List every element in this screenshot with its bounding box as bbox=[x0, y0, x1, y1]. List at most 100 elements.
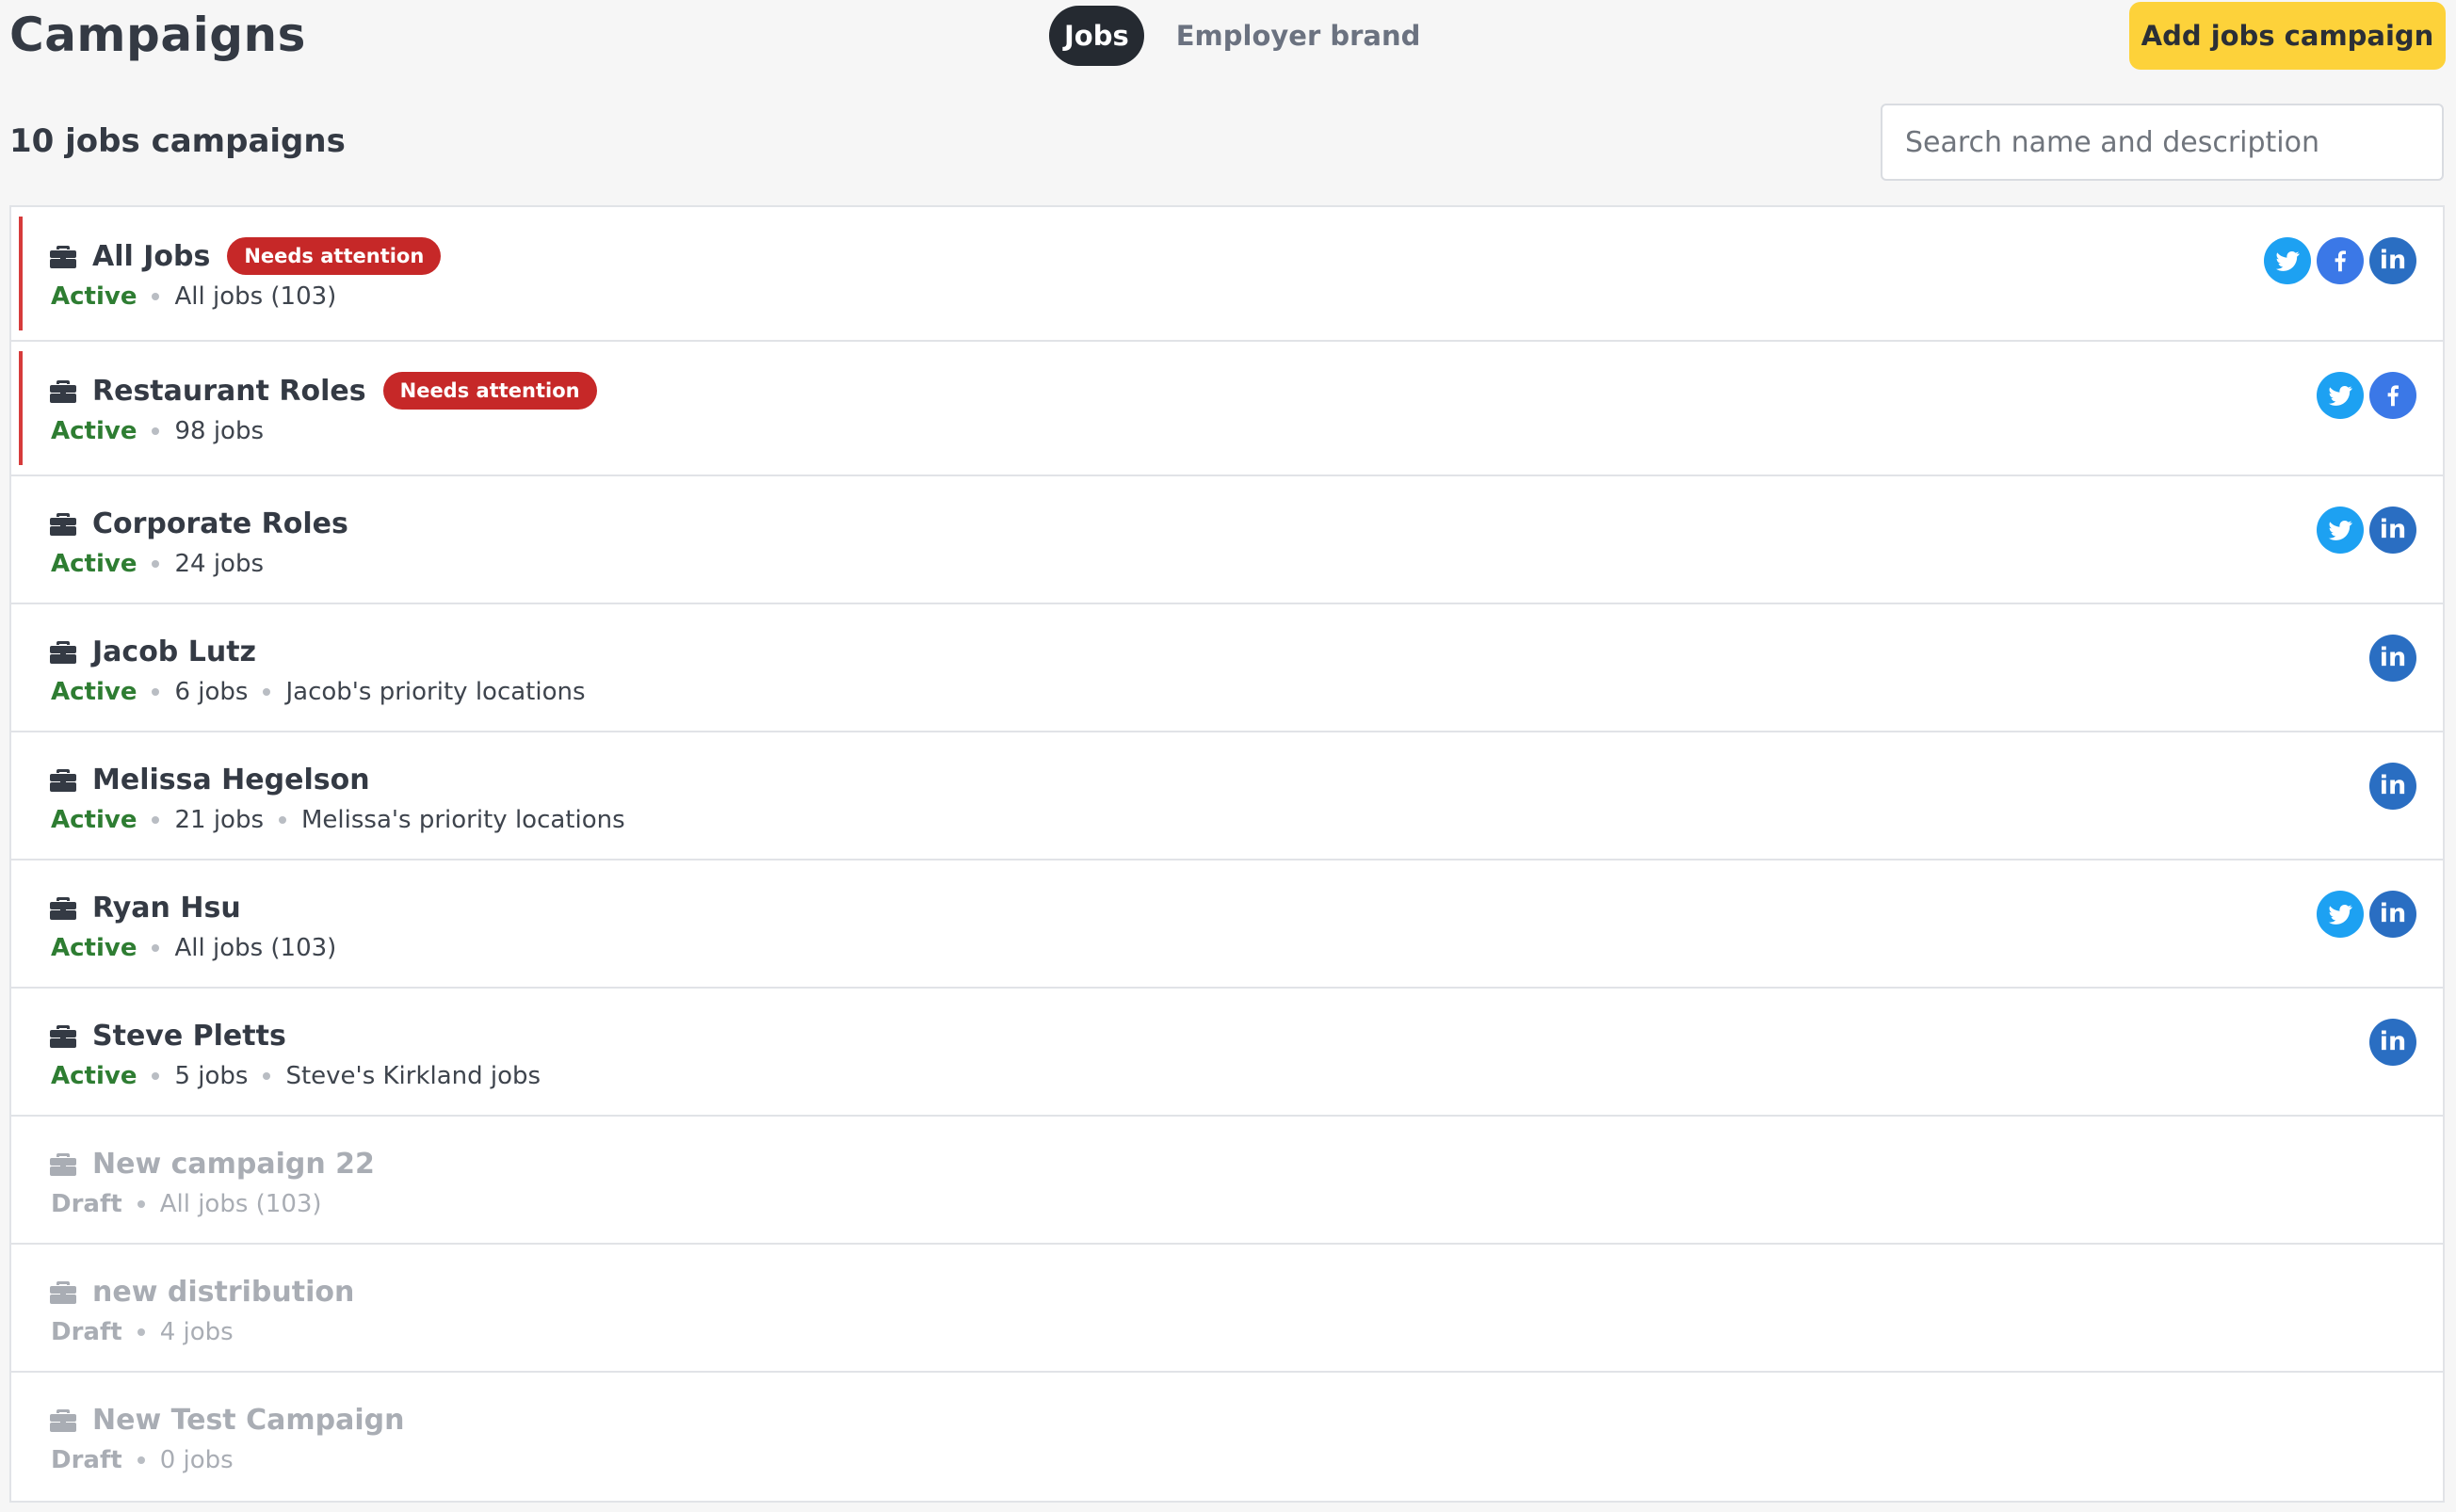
campaign-meta: Draft 4 jobs bbox=[51, 1318, 234, 1346]
job-count: 4 jobs bbox=[159, 1318, 234, 1346]
campaign-title-line: Corporate Roles bbox=[49, 501, 348, 546]
briefcase-icon bbox=[49, 1150, 92, 1177]
status-label: Active bbox=[51, 1062, 137, 1090]
separator-dot bbox=[152, 1072, 160, 1080]
separator-dot bbox=[152, 688, 160, 696]
campaign-row[interactable]: Steve Pletts Active 5 jobs Steve's Kirkland… bbox=[11, 989, 2443, 1117]
campaign-row[interactable]: Melissa Hegelson Active 21 jobs Melissa's p… bbox=[11, 732, 2443, 861]
campaign-title-line: Melissa Hegelson bbox=[49, 757, 370, 802]
campaign-name[interactable]: All Jobs bbox=[92, 240, 210, 273]
linkedin-glyph: in bbox=[2379, 514, 2407, 544]
campaign-list: All Jobs Needs attention Active All jobs (1… bbox=[9, 205, 2445, 1503]
status-label: Draft bbox=[51, 1446, 122, 1474]
add-jobs-campaign-button[interactable]: Add jobs campaign bbox=[2129, 2, 2446, 70]
linkedin-icon[interactable]: in bbox=[2369, 763, 2416, 810]
campaign-meta: Active All jobs (103) bbox=[51, 934, 336, 962]
separator-dot bbox=[263, 1072, 271, 1080]
campaign-meta: Draft 0 jobs bbox=[51, 1446, 234, 1474]
campaign-name[interactable]: New Test Campaign bbox=[92, 1404, 404, 1437]
status-label: Active bbox=[51, 806, 137, 834]
campaign-row[interactable]: All Jobs Needs attention Active All jobs (1… bbox=[11, 207, 2443, 342]
campaign-name[interactable]: Restaurant Roles bbox=[92, 375, 366, 408]
campaign-description: Steve's Kirkland jobs bbox=[285, 1062, 541, 1090]
campaign-row[interactable]: New Test Campaign Draft 0 jobs bbox=[11, 1373, 2443, 1501]
twitter-icon[interactable] bbox=[2317, 891, 2364, 938]
campaign-row[interactable]: Jacob Lutz Active 6 jobs Jacob's priority l… bbox=[11, 604, 2443, 732]
campaign-meta: Active 24 jobs bbox=[51, 550, 264, 578]
campaign-name[interactable]: Melissa Hegelson bbox=[92, 764, 370, 796]
needs-attention-badge: Needs attention bbox=[382, 372, 597, 410]
linkedin-glyph: in bbox=[2379, 245, 2407, 275]
separator-dot bbox=[152, 560, 160, 568]
page-title: Campaigns bbox=[9, 8, 306, 62]
campaign-row[interactable]: Corporate Roles Active 24 jobs in bbox=[11, 476, 2443, 604]
campaign-meta: Active 6 jobs Jacob's priority locations bbox=[51, 678, 586, 706]
briefcase-icon bbox=[49, 1407, 92, 1433]
needs-attention-badge: Needs attention bbox=[227, 237, 442, 275]
campaign-type-tabs: Jobs Employer brand bbox=[1049, 6, 1437, 66]
briefcase-icon bbox=[49, 894, 92, 921]
social-channels: in bbox=[2264, 237, 2416, 284]
linkedin-icon[interactable]: in bbox=[2369, 635, 2416, 682]
campaign-title-line: Ryan Hsu bbox=[49, 885, 241, 930]
campaign-row[interactable]: Restaurant Roles Needs attention Active 98 … bbox=[11, 342, 2443, 476]
twitter-icon[interactable] bbox=[2317, 372, 2364, 419]
social-channels bbox=[2317, 372, 2416, 419]
briefcase-icon bbox=[49, 766, 92, 793]
separator-dot bbox=[152, 944, 160, 952]
campaign-name[interactable]: Jacob Lutz bbox=[92, 635, 256, 668]
twitter-icon[interactable] bbox=[2264, 237, 2311, 284]
job-count: All jobs (103) bbox=[159, 1190, 322, 1218]
job-count: 98 jobs bbox=[174, 417, 264, 445]
twitter-icon[interactable] bbox=[2317, 507, 2364, 554]
campaign-row[interactable]: new distribution Draft 4 jobs bbox=[11, 1245, 2443, 1373]
linkedin-glyph: in bbox=[2379, 1026, 2407, 1056]
separator-dot bbox=[152, 816, 160, 824]
campaign-name[interactable]: Ryan Hsu bbox=[92, 892, 241, 925]
campaign-title-line: Jacob Lutz bbox=[49, 629, 256, 674]
briefcase-icon bbox=[49, 510, 92, 537]
social-channels: in bbox=[2317, 891, 2416, 938]
linkedin-icon[interactable]: in bbox=[2369, 507, 2416, 554]
linkedin-glyph: in bbox=[2379, 898, 2407, 928]
campaign-name[interactable]: New campaign 22 bbox=[92, 1148, 375, 1181]
campaign-count: 10 jobs campaigns bbox=[9, 122, 346, 160]
status-label: Active bbox=[51, 678, 137, 706]
status-label: Active bbox=[51, 417, 137, 445]
linkedin-icon[interactable]: in bbox=[2369, 891, 2416, 938]
campaigns-page: Campaigns Jobs Employer brand Add jobs c… bbox=[0, 0, 2456, 1512]
job-count: 21 jobs bbox=[174, 806, 264, 834]
job-count: 6 jobs bbox=[174, 678, 249, 706]
briefcase-icon bbox=[49, 638, 92, 665]
social-channels: in bbox=[2369, 635, 2416, 682]
job-count: 24 jobs bbox=[174, 550, 264, 578]
facebook-icon[interactable] bbox=[2317, 237, 2364, 284]
campaign-row[interactable]: New campaign 22 Draft All jobs (103) bbox=[11, 1117, 2443, 1245]
tab-jobs[interactable]: Jobs bbox=[1049, 6, 1144, 66]
separator-dot bbox=[152, 293, 160, 300]
social-channels: in bbox=[2369, 1019, 2416, 1066]
campaign-title-line: New campaign 22 bbox=[49, 1141, 375, 1186]
linkedin-glyph: in bbox=[2379, 642, 2407, 672]
campaign-title-line: Restaurant Roles Needs attention bbox=[49, 368, 597, 413]
briefcase-icon bbox=[49, 243, 92, 269]
separator-dot bbox=[137, 1456, 145, 1464]
campaign-meta: Active All jobs (103) bbox=[51, 282, 336, 311]
campaign-title-line: Steve Pletts bbox=[49, 1013, 286, 1058]
campaign-name[interactable]: Corporate Roles bbox=[92, 507, 348, 540]
campaign-row[interactable]: Ryan Hsu Active All jobs (103) in bbox=[11, 861, 2443, 989]
facebook-icon[interactable] bbox=[2369, 372, 2416, 419]
separator-dot bbox=[137, 1200, 145, 1208]
search-input[interactable] bbox=[1881, 104, 2444, 181]
linkedin-icon[interactable]: in bbox=[2369, 1019, 2416, 1066]
campaign-name[interactable]: Steve Pletts bbox=[92, 1020, 286, 1053]
status-label: Draft bbox=[51, 1318, 122, 1346]
campaign-meta: Active 21 jobs Melissa's priority location… bbox=[51, 806, 625, 834]
status-label: Active bbox=[51, 282, 137, 311]
campaign-name[interactable]: new distribution bbox=[92, 1276, 354, 1309]
status-label: Active bbox=[51, 550, 137, 578]
briefcase-icon bbox=[49, 1022, 92, 1049]
separator-dot bbox=[137, 1328, 145, 1336]
linkedin-icon[interactable]: in bbox=[2369, 237, 2416, 284]
tab-employer-brand[interactable]: Employer brand bbox=[1159, 6, 1438, 66]
